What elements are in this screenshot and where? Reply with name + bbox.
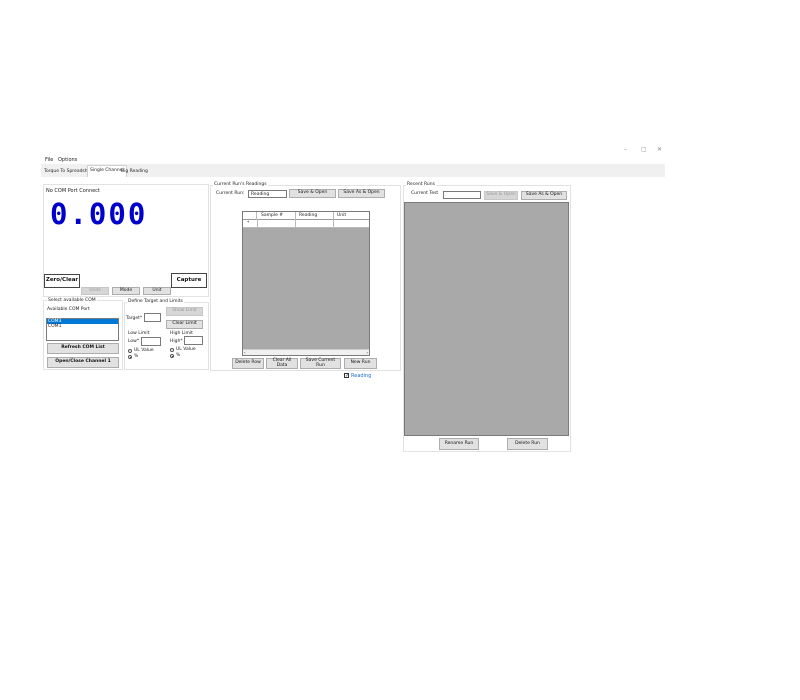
current-test-label: Current Test (411, 191, 439, 196)
target-input[interactable] (144, 313, 161, 322)
maximize-icon[interactable]: ▢ (641, 146, 647, 153)
target-group-title: Define Target and Limits (127, 299, 184, 304)
grid-header: Sample # Reading Unit (243, 212, 369, 220)
low-input[interactable] (141, 337, 161, 346)
low-label: Low* (128, 339, 140, 344)
menu-bar: File Options (41, 156, 665, 164)
current-run-title: Current Run's Readings (213, 182, 268, 187)
tab-big-reading[interactable]: Big Reading (119, 167, 150, 177)
high-ul-value-label: UL Value (176, 347, 196, 352)
available-com-label: Available COM Port (47, 307, 90, 312)
menu-file[interactable]: File (45, 157, 53, 163)
readings-grid[interactable]: Sample # Reading Unit * ‹ › (242, 211, 370, 356)
minimize-icon[interactable]: – (624, 146, 627, 153)
refresh-com-button[interactable]: Refresh COM List (47, 343, 119, 354)
horizontal-scrollbar[interactable]: ‹ › (243, 349, 369, 355)
current-test-input[interactable] (443, 191, 481, 199)
new-run-button[interactable]: New Run (344, 358, 377, 369)
column-header[interactable]: Unit (337, 213, 346, 218)
new-row-marker: * (247, 221, 250, 226)
close-icon[interactable]: ✕ (657, 146, 662, 153)
recent-save-open-button[interactable]: Save & Open (484, 191, 518, 200)
low-percent-label: % (134, 354, 139, 359)
save-current-run-button[interactable]: Save Current Run (300, 358, 341, 369)
low-ul-value-label: UL Value (134, 348, 154, 353)
low-ul-value-radio[interactable] (128, 349, 132, 353)
com-group-title: Select available COM (47, 298, 97, 303)
mode-button[interactable]: Mode (112, 287, 140, 295)
com-port-list[interactable]: COM3 COM1 (46, 318, 119, 341)
high-percent-radio[interactable] (170, 354, 174, 358)
list-item[interactable]: COM1 (47, 324, 118, 329)
delete-run-button[interactable]: Delete Run (507, 438, 548, 450)
high-label: High* (170, 339, 183, 344)
recent-save-as-open-button[interactable]: Save As & Open (521, 191, 567, 200)
high-percent-label: % (176, 353, 181, 358)
capture-button[interactable]: Capture (171, 273, 207, 288)
scroll-right-icon[interactable]: › (366, 350, 368, 355)
clear-limit-button[interactable]: Clear Limit (166, 320, 203, 329)
low-limit-label: Low Limit (128, 331, 150, 336)
high-ul-value-radio[interactable] (170, 348, 174, 352)
column-header[interactable]: Reading (299, 213, 317, 218)
current-run-input[interactable]: Reading (248, 190, 287, 198)
save-open-button[interactable]: Save & Open (289, 189, 336, 198)
recent-runs-title: Recent Runs (406, 182, 436, 187)
save-as-open-button[interactable]: Save As & Open (338, 189, 385, 198)
reading-value: 0.000 (50, 197, 148, 231)
reading-checkbox[interactable]: ✓ (344, 373, 349, 379)
zero-clear-button[interactable]: Zero/Clear (44, 274, 80, 288)
scroll-left-icon[interactable]: ‹ (244, 350, 246, 355)
menu-options[interactable]: Options (58, 157, 77, 163)
rename-run-button[interactable]: Rename Run (439, 438, 479, 450)
com-status-text: No COM Port Connect (46, 188, 100, 194)
recent-runs-list[interactable] (404, 202, 569, 436)
reading-checkbox-label: Reading (351, 373, 372, 379)
table-row[interactable]: * (243, 220, 369, 228)
show-limit-button[interactable]: Show Limit (166, 307, 203, 316)
unit-button[interactable]: Unit (143, 287, 171, 295)
target-label: Target* (126, 316, 143, 321)
tab-strip: Torque To Spreadsheet Single Channel Big… (41, 164, 665, 178)
high-input[interactable] (184, 336, 203, 345)
clear-all-data-button[interactable]: Clear All Data (266, 358, 298, 369)
delete-row-button[interactable]: Delete Row (232, 358, 264, 369)
units-button[interactable]: Units (81, 287, 109, 295)
column-header[interactable]: Sample # (261, 213, 283, 218)
open-close-channel-button[interactable]: Open/Close Channel 1 (47, 357, 119, 368)
current-run-label: Current Run: (216, 191, 245, 196)
low-percent-radio[interactable] (128, 355, 132, 359)
